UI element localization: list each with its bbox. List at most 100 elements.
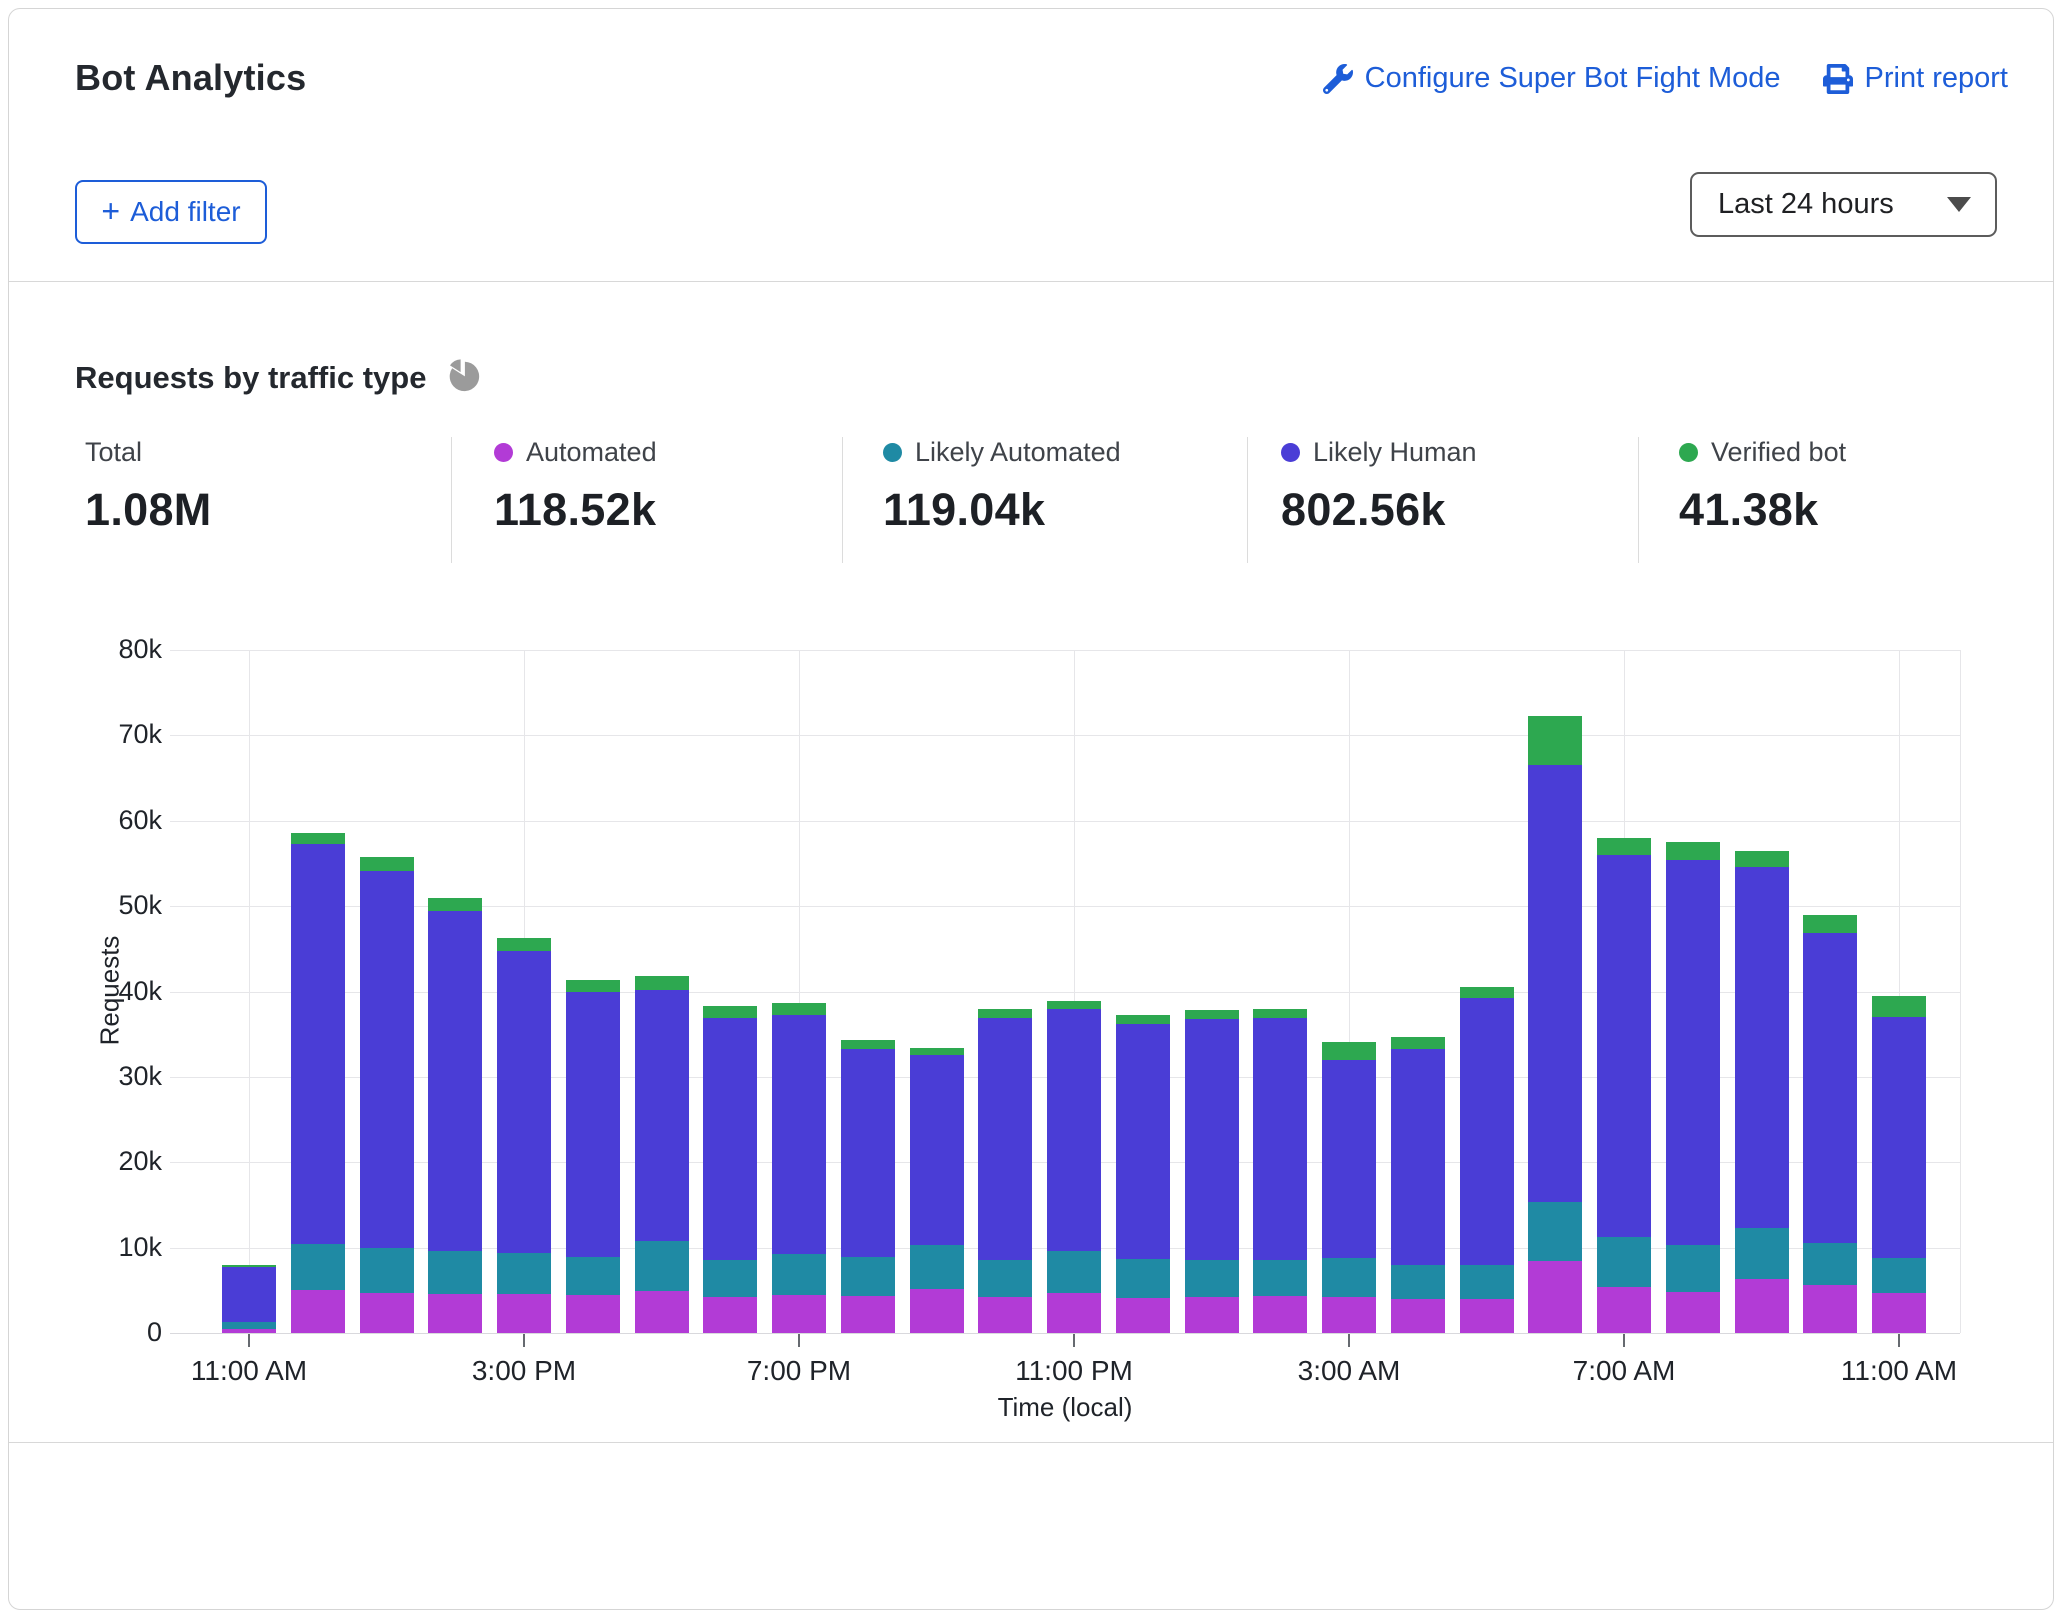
bar-segment-likely-automated <box>1185 1260 1239 1297</box>
bar-segment-likely-automated <box>841 1257 895 1296</box>
bar[interactable] <box>1391 1037 1445 1333</box>
wrench-icon <box>1323 64 1353 94</box>
bar-segment-automated <box>291 1290 345 1333</box>
automated-dot-icon <box>494 443 513 462</box>
bar-segment-verified-bot <box>1047 1001 1101 1009</box>
bar-segment-likely-human <box>360 871 414 1248</box>
bar[interactable] <box>428 898 482 1333</box>
bar[interactable] <box>1185 1010 1239 1333</box>
stat-total: Total 1.08M <box>85 437 212 536</box>
bar-segment-likely-human <box>291 844 345 1244</box>
stat-separator <box>842 437 843 563</box>
stat-total-value: 1.08M <box>85 484 212 536</box>
bar-segment-automated <box>635 1291 689 1333</box>
configure-link-label: Configure Super Bot Fight Mode <box>1365 62 1781 95</box>
bar[interactable] <box>772 1003 826 1333</box>
bar-segment-likely-human <box>978 1018 1032 1260</box>
bar-segment-likely-automated <box>1047 1251 1101 1293</box>
bar-segment-verified-bot <box>1322 1042 1376 1060</box>
bar-segment-likely-human <box>1528 765 1582 1202</box>
bar[interactable] <box>1735 851 1789 1333</box>
bar-segment-automated <box>1116 1298 1170 1333</box>
chevron-down-icon <box>1947 197 1971 212</box>
bar-segment-verified-bot <box>291 833 345 844</box>
likely-human-dot-icon <box>1281 443 1300 462</box>
bar[interactable] <box>1253 1009 1307 1333</box>
bar-segment-verified-bot <box>1597 838 1651 855</box>
header-links: Configure Super Bot Fight Mode Print rep… <box>1323 62 2008 95</box>
bar-segment-likely-automated <box>635 1241 689 1291</box>
bar-segment-likely-human <box>428 911 482 1251</box>
bar-segment-likely-human <box>566 992 620 1257</box>
print-report-link[interactable]: Print report <box>1823 62 2008 95</box>
likely-automated-dot-icon <box>883 443 902 462</box>
bar-segment-likely-human <box>1391 1049 1445 1265</box>
bar-segment-likely-human <box>1253 1018 1307 1260</box>
bar[interactable] <box>635 976 689 1333</box>
bar[interactable] <box>1528 716 1582 1333</box>
bar-segment-likely-automated <box>978 1260 1032 1297</box>
bar[interactable] <box>703 1006 757 1333</box>
bar-segment-verified-bot <box>1391 1037 1445 1049</box>
bar[interactable] <box>1047 1001 1101 1333</box>
stat-total-label: Total <box>85 437 142 468</box>
bar-segment-verified-bot <box>1528 716 1582 766</box>
bar-segment-verified-bot <box>1185 1010 1239 1019</box>
bottom-divider <box>9 1442 2053 1443</box>
bar[interactable] <box>978 1009 1032 1333</box>
bar[interactable] <box>291 833 345 1333</box>
plus-icon: + <box>101 195 120 227</box>
stat-likely-human: Likely Human 802.56k <box>1281 437 1477 536</box>
stat-likely-human-label: Likely Human <box>1313 437 1477 468</box>
bar[interactable] <box>1666 842 1720 1333</box>
bar-segment-likely-human <box>1460 998 1514 1264</box>
bar[interactable] <box>1872 996 1926 1333</box>
bar-segment-automated <box>703 1297 757 1333</box>
bar-segment-automated <box>1872 1293 1926 1333</box>
bar-segment-likely-automated <box>1735 1228 1789 1279</box>
bar-segment-likely-automated <box>910 1245 964 1289</box>
bar-segment-automated <box>428 1294 482 1333</box>
bar-segment-likely-human <box>222 1267 276 1322</box>
bar[interactable] <box>1322 1042 1376 1333</box>
pie-chart-icon <box>444 356 482 399</box>
bar-segment-likely-automated <box>291 1244 345 1290</box>
configure-super-bot-fight-mode-link[interactable]: Configure Super Bot Fight Mode <box>1323 62 1781 95</box>
bar-segment-verified-bot <box>1253 1009 1307 1018</box>
bar-segment-automated <box>772 1295 826 1333</box>
add-filter-button[interactable]: + Add filter <box>75 180 267 244</box>
bar-segment-verified-bot <box>1116 1015 1170 1024</box>
bar[interactable] <box>222 1265 276 1333</box>
bar-segment-likely-automated <box>772 1254 826 1294</box>
bar[interactable] <box>1116 1015 1170 1333</box>
bar-segment-automated <box>1253 1296 1307 1333</box>
bar-segment-verified-bot <box>635 976 689 990</box>
bar-segment-likely-human <box>1322 1060 1376 1258</box>
analytics-card <box>8 8 2054 1610</box>
bar-segment-likely-automated <box>360 1248 414 1292</box>
page-title: Bot Analytics <box>75 57 306 99</box>
bar[interactable] <box>1597 838 1651 1333</box>
bar[interactable] <box>1803 915 1857 1333</box>
bar[interactable] <box>566 980 620 1333</box>
bar-segment-likely-automated <box>1391 1265 1445 1299</box>
bar-segment-automated <box>1666 1292 1720 1333</box>
bar-segment-likely-human <box>1872 1017 1926 1258</box>
bar-segment-verified-bot <box>566 980 620 992</box>
bar[interactable] <box>910 1048 964 1333</box>
bar-segment-likely-automated <box>703 1260 757 1298</box>
bar-segment-likely-human <box>910 1055 964 1245</box>
stat-verified-bot-label: Verified bot <box>1711 437 1846 468</box>
bar[interactable] <box>841 1040 895 1333</box>
bar-segment-likely-human <box>635 990 689 1241</box>
bar[interactable] <box>1460 987 1514 1333</box>
bar-segment-verified-bot <box>1735 851 1789 867</box>
bar[interactable] <box>497 938 551 1333</box>
add-filter-label: Add filter <box>130 196 241 228</box>
bar-segment-likely-automated <box>1597 1237 1651 1287</box>
bar-segment-automated <box>841 1296 895 1333</box>
bar[interactable] <box>360 857 414 1333</box>
time-range-dropdown[interactable]: Last 24 hours <box>1690 172 1997 237</box>
bar-segment-likely-human <box>497 951 551 1253</box>
bar-segment-likely-automated <box>1322 1258 1376 1297</box>
